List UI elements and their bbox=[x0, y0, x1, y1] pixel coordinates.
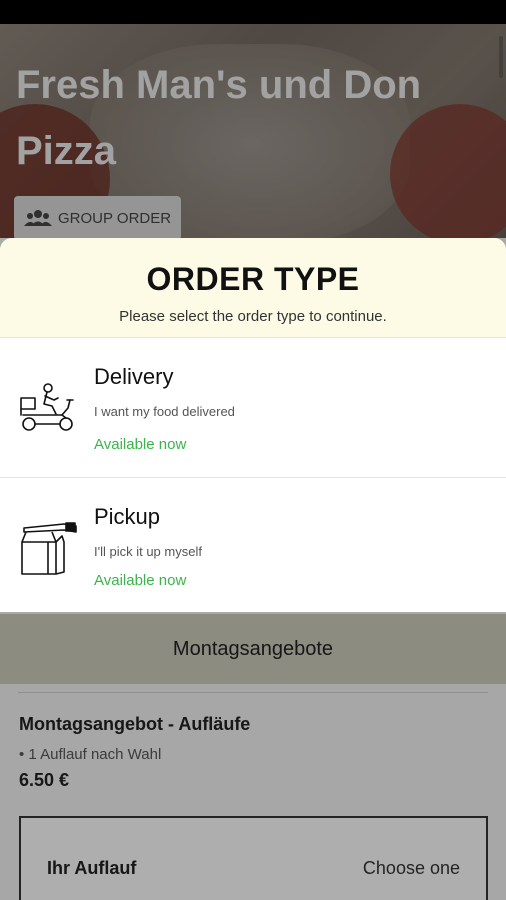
takeaway-bag-icon bbox=[21, 522, 77, 575]
delivery-option[interactable]: Delivery I want my food delivered Availa… bbox=[0, 340, 506, 478]
availability-status: Available now bbox=[94, 436, 187, 453]
option-description: I'll pick it up myself bbox=[94, 544, 202, 559]
pickup-option[interactable]: Pickup I'll pick it up myself Available … bbox=[0, 480, 506, 612]
scooter-delivery-icon bbox=[20, 383, 74, 431]
status-bar bbox=[0, 0, 506, 24]
modal-subtitle: Please select the order type to continue… bbox=[119, 308, 387, 325]
order-type-modal: ORDER TYPE Please select the order type … bbox=[0, 238, 506, 612]
modal-header: ORDER TYPE Please select the order type … bbox=[0, 238, 506, 338]
option-name: Delivery bbox=[94, 364, 174, 389]
modal-title: ORDER TYPE bbox=[146, 261, 360, 297]
option-description: I want my food delivered bbox=[94, 404, 235, 419]
availability-status: Available now bbox=[94, 572, 187, 589]
option-name: Pickup bbox=[94, 504, 161, 529]
